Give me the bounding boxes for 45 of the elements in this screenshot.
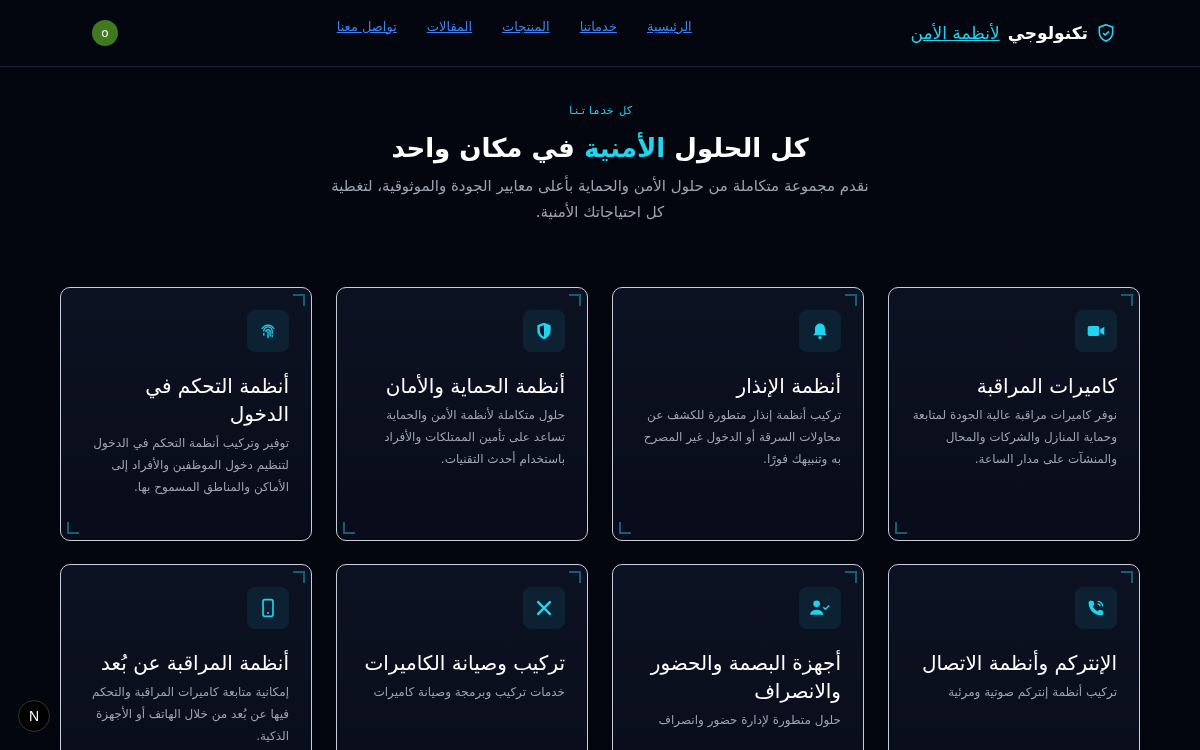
service-description: خدمات تركيب وبرمجة وصيانة كاميرات [373,684,565,702]
dev-tools-button[interactable]: N [18,700,50,732]
corner-bracket [293,294,305,306]
service-title: أجهزة البصمة والحضور والانصراف [649,649,841,705]
corner-bracket [1121,294,1133,306]
user-check-icon [809,598,831,618]
shield-icon [534,321,554,341]
corner-bracket [845,571,857,583]
service-title: تركيب وصيانة الكاميرات [364,650,565,677]
service-description: نوفر كاميرات مراقبة عالية الجودة لمتابعة وحماية المنازل والشركات والمحال والمنشآت على مدار الساعة. [911,407,1117,468]
nav-link[interactable]: تواصل معنا [336,18,397,34]
corner-bracket [343,522,355,534]
corner-bracket [67,522,79,534]
service-title: أنظمة الحماية والأمان [385,372,565,400]
service-description: إمكانية متابعة كاميرات المراقبة والتحكم فيها عن بُعد من خلال الهاتف أو الأجهزة الذكية. [90,684,289,745]
service-title: أنظمة التحكم في الدخول [144,372,289,428]
brand-link[interactable]: لأنظمة الأمن [910,23,1000,43]
service-title: أنظمة الإنذار [736,372,841,400]
corner-bracket [619,522,631,534]
service-description: توفير وتركيب أنظمة التحكم في الدخول لتنظيم دخول الموظفين والأفراد إلى الأماكن والمناطق المسموح بها. [92,434,289,497]
nav-link[interactable]: المنتجات [502,18,550,34]
section-subtitle: نقدم مجموعة متكاملة من حلول الأمن والحماية بأعلى معايير الجودة والموثوقية، لتغطية كل احتياجاتك الأمنية. [330,174,870,223]
user-avatar[interactable]: o [92,20,118,46]
section-title: كل الحلول الأمنية في مكان واحد [391,133,809,163]
service-description: حلول متكاملة لأنظمة الأمن والحماية تساعد على تأمين الممتلكات والأفراد باستخدام أحدث التقنيات. [383,406,565,468]
service-description: تركيب أنظمة إنذار متطورة للكشف عن محاولات السرقة أو الدخول غير المصرح به وتنبيهك فورًا. [642,406,841,469]
nav-link[interactable]: المقالات [426,18,473,34]
service-description: تركيب أنظمة إنتركم صوتية ومرئية [948,683,1117,702]
corner-bracket [1121,571,1133,583]
shield-check-icon [1096,22,1116,44]
corner-bracket [845,294,857,306]
service-title: كاميرات المراقبة [976,373,1117,400]
corner-bracket [293,571,305,583]
brand-name: تكنولوجي [1007,23,1088,43]
nav-link[interactable]: الرئيسية [646,18,692,34]
tools-icon [534,598,554,618]
service-description: حلول متطورة لإدارة حضور وانصراف [658,712,841,730]
service-title: أنظمة المراقبة عن بُعد [101,649,289,677]
service-title: الإنتركم وأنظمة الاتصال [921,649,1117,677]
corner-bracket [569,571,581,583]
phone-call-icon [1086,598,1106,618]
corner-bracket [569,294,581,306]
corner-bracket [895,522,907,534]
nav-link[interactable]: خدماتنا [579,18,617,34]
section-eyebrow: كل خدماتنا [566,104,634,117]
